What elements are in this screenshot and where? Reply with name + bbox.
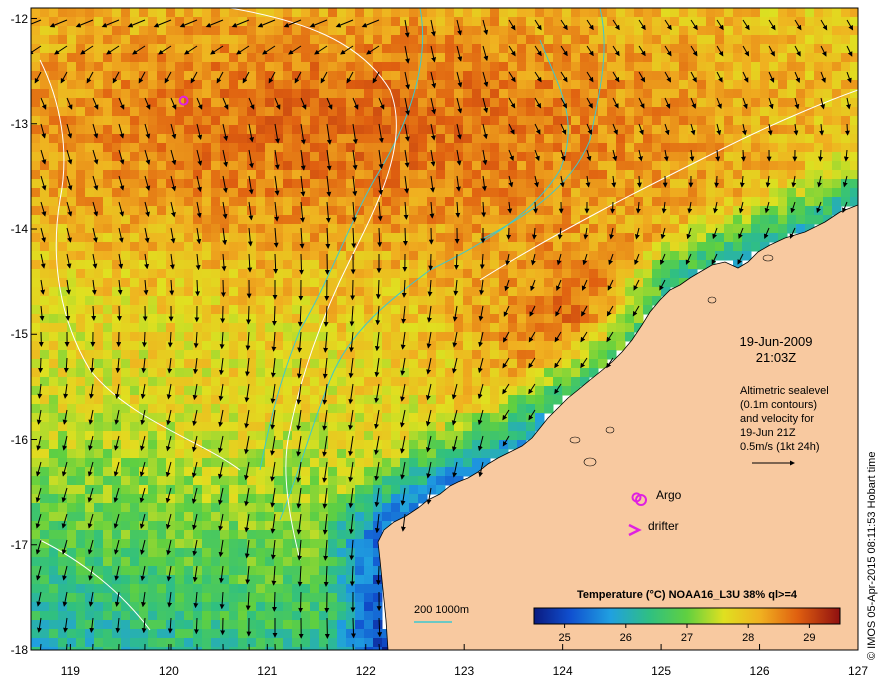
y-tick-label: -13 [10,116,28,131]
velocity-note-line: 0.5m/s (1kt 24h) [740,441,820,453]
velocity-arrow [193,617,199,635]
time-label: 21:03Z [755,350,797,365]
velocity-arrow [38,357,44,373]
island [583,457,597,467]
velocity-arrow [246,305,252,325]
velocity-arrow [428,253,434,271]
island [569,436,581,444]
x-tick-label: 120 [158,664,179,678]
velocity-arrow [118,643,120,650]
x-tick-label: 127 [847,664,869,678]
colorbar-tick-label: 28 [742,632,755,644]
x-tick-label: 119 [60,664,80,678]
island [707,296,717,304]
velocity-arrow [141,331,147,348]
velocity-arrow [818,149,824,162]
date-time-label: 19-Jun-2009 21:03Z [736,334,816,366]
y-tick-label: -12 [10,11,28,26]
colorbar-tick-label: 27 [680,632,694,644]
y-tick-label: -18 [10,643,28,657]
velocity-arrow [350,279,356,301]
velocity-arrow [298,591,304,613]
velocity-note-line: 19-Jun 21Z [740,427,796,439]
velocity-arrow [453,253,459,270]
velocity-arrow [298,253,304,275]
colorbar [533,607,841,625]
colorbar-tick-label: 25 [558,632,571,644]
island [605,426,615,434]
velocity-note: Altimetric sealevel (0.1m contours) and ve… [740,384,829,454]
velocity-arrow [248,643,250,650]
x-tick-label: 121 [257,664,278,678]
colorbar-tick-label: 26 [619,632,632,644]
velocity-arrow [636,175,642,188]
contour-legend-label: 200 1000m [414,604,470,616]
x-tick-label: 125 [651,664,672,678]
colorbar-tick-label: 29 [803,632,816,644]
x-tick-label: 122 [355,664,376,678]
argo-legend-label: Argo [656,488,682,502]
y-tick-label: -14 [10,222,28,237]
x-tick-label: 126 [749,664,770,678]
velocity-arrow [506,227,512,240]
velocity-arrow [350,617,356,639]
x-tick-label: 123 [454,664,475,678]
velocity-arrow [220,279,226,298]
velocity-note-line: Altimetric sealevel [740,385,829,397]
y-tick-label: -17 [10,537,28,552]
velocity-arrow [844,123,850,136]
x-tick-label: 124 [552,664,573,678]
velocity-arrow [116,305,122,322]
velocity-note-line: and velocity for [740,413,814,425]
velocity-arrow [610,201,616,214]
island [762,254,774,262]
credit-label: © IMOS 05-Apr-2015 08:11:53 Hobart time [866,451,878,660]
velocity-arrow [740,149,746,162]
colorbar-title: Temperature (°C) NOAA16_L3U 38% ql>=4 [577,589,797,601]
velocity-arrow [271,591,277,612]
velocity-arrow [402,227,408,246]
y-tick-label: -16 [10,432,28,447]
velocity-arrow [714,175,720,188]
y-tick-label: -15 [10,327,28,342]
date-label: 19-Jun-2009 [739,334,813,349]
drifter-legend-label: drifter [648,519,679,533]
velocity-arrow [375,565,381,586]
velocity-note-line: (0.1m contours) [740,399,818,411]
velocity-arrow [195,279,201,297]
velocity-arrow [271,305,277,326]
